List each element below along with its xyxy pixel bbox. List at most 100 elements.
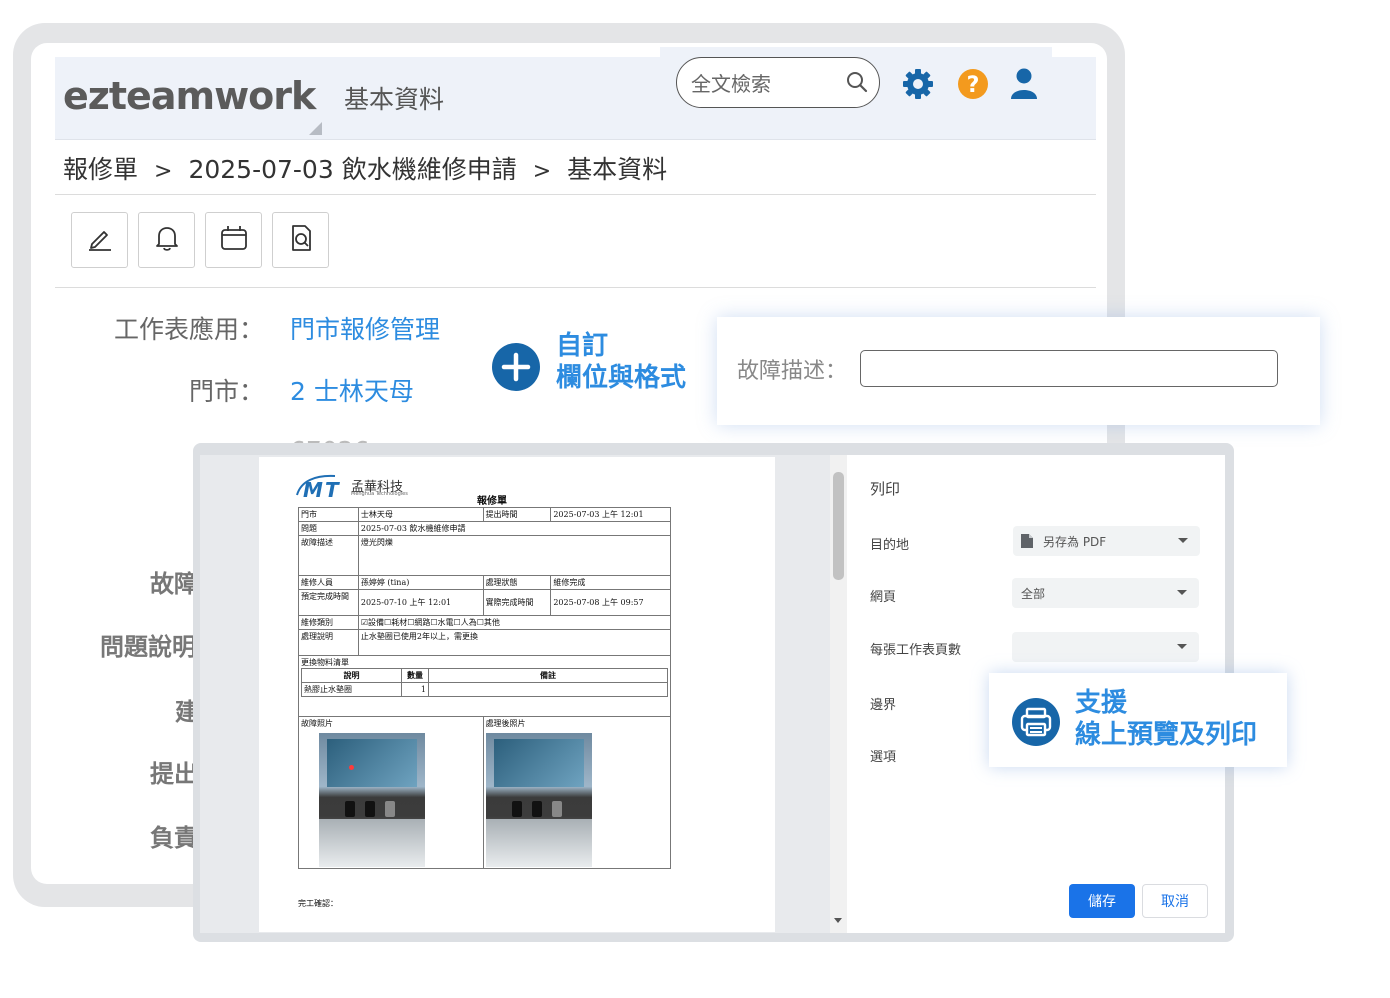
svg-text:M: M — [303, 478, 323, 499]
photo-cell-before: 故障照片 — [298, 716, 484, 869]
steam — [319, 819, 425, 867]
scrollbar-thumb[interactable] — [833, 472, 844, 580]
photo-label: 故障照片 — [301, 719, 333, 728]
cancel-button[interactable]: 取消 — [1142, 884, 1208, 918]
breadcrumb-separator: > — [532, 159, 552, 184]
breadcrumb-item-form[interactable]: 報修單 — [63, 155, 138, 184]
cell-label: 門市 — [298, 507, 359, 522]
table-row: 維修人員 孫婷婷 (tina) 處理狀態 維修完成 — [298, 575, 671, 590]
cell-label: 維修人員 — [298, 575, 359, 590]
save-button[interactable]: 儲存 — [1069, 884, 1135, 918]
margins-label[interactable]: 邊界 — [870, 694, 896, 713]
breadcrumb-item-record[interactable]: 2025-07-03 飲水機維修申請 — [188, 155, 516, 184]
edit-button[interactable] — [71, 212, 128, 268]
search-input[interactable] — [689, 70, 843, 98]
tap — [511, 801, 522, 817]
company-name-en: Menghua Technologies — [351, 491, 408, 497]
table-row: 預定完成時間 2025-07-10 上午 12:01 實際完成時間 2025-0… — [298, 589, 671, 616]
tap — [551, 801, 562, 817]
table-row: 維修類別 ☑設備☐耗材☐網路☐水電☐人為☐其他 — [298, 615, 672, 630]
cell-value: ☑設備☐耗材☐網路☐水電☐人為☐其他 — [357, 615, 672, 630]
sheets-per-page-select[interactable] — [1012, 632, 1199, 662]
repair-form-table: 門市 士林天母 提出時間 2025-07-03 上午 12:01 問題 2025… — [298, 507, 672, 869]
table-row: 更換物料清單 說明 數量 備註 熱膠止水墊圈 1 — [298, 655, 671, 717]
breadcrumb-item-current: 基本資料 — [567, 155, 668, 184]
after-repair-photo — [485, 733, 592, 867]
field-label-issue: 問題說明 — [100, 633, 196, 661]
table-row: 故障描述 燈光閃爍 — [298, 535, 672, 576]
print-title: 列印 — [870, 480, 901, 498]
field-value-app[interactable]: 門市報修管理 — [290, 310, 440, 346]
field-label-submitter: 提出 — [150, 760, 198, 788]
cell-label: 維修類別 — [298, 615, 359, 630]
tap — [365, 801, 375, 817]
table-cell: 熱膠止水墊圈 — [301, 682, 402, 697]
table-row: 門市 士林天母 提出時間 2025-07-03 上午 12:01 — [298, 507, 671, 522]
field-label-fault: 故障 — [150, 570, 198, 598]
table-row: 說明 數量 備註 — [301, 668, 668, 683]
destination-label: 目的地 — [870, 538, 910, 553]
pages-select[interactable]: 全部 — [1012, 578, 1199, 608]
print-support-callout: 支援 線上預覽及列印 — [989, 673, 1287, 767]
chevron-down-icon — [1177, 590, 1187, 595]
app-logo[interactable]: ezteamwork — [63, 74, 316, 118]
plus-circle-icon — [491, 342, 541, 396]
tap — [385, 801, 395, 817]
callout-line: 自訂 — [556, 331, 609, 361]
destination-select[interactable]: 另存為 PDF — [1013, 526, 1200, 556]
cell-label: 故障描述 — [298, 535, 359, 576]
cell-value: 2025-07-08 上午 09:57 — [550, 589, 671, 616]
table-cell — [428, 682, 668, 697]
table-cell: 1 — [401, 682, 429, 697]
fault-description-input[interactable] — [860, 350, 1278, 387]
tap — [345, 801, 355, 817]
company-logo-icon: M T — [295, 473, 351, 503]
custom-fields-callout: 自訂 欄位與格式 — [556, 330, 686, 394]
dispenser-panel — [327, 739, 417, 787]
preview-button[interactable] — [272, 212, 329, 268]
breadcrumb: 報修單 >2025-07-03 飲水機維修申請 > 基本資料 — [63, 150, 667, 186]
materials-label: 更換物料清單 — [301, 658, 349, 667]
cell-value: 2025-07-10 上午 12:01 — [357, 589, 484, 616]
field-value-store[interactable]: 2 士林天母 — [290, 372, 414, 408]
pages-value: 全部 — [1021, 586, 1046, 601]
table-row: 熱膠止水墊圈 1 — [301, 682, 668, 697]
schedule-button[interactable] — [205, 212, 262, 268]
tap — [531, 801, 542, 817]
divider — [55, 287, 1096, 288]
cell-value: 止水墊圈已使用2年以上，需更換 — [357, 629, 672, 656]
search-icon[interactable] — [845, 70, 869, 98]
completion-confirmation: 完工確認： — [298, 899, 338, 908]
printer-icon — [1011, 697, 1061, 751]
file-search-icon — [285, 222, 317, 258]
help-icon[interactable]: ? — [956, 67, 990, 105]
breadcrumb-separator: > — [154, 159, 173, 184]
cell-value: 孫婷婷 (tina) — [357, 575, 484, 590]
cell-label: 預定完成時間 — [298, 589, 359, 616]
cell-label: 提出時間 — [482, 507, 552, 522]
column-header: 說明 — [301, 668, 402, 683]
cell-value: 燈光閃爍 — [357, 535, 672, 576]
destination-value: 另存為 PDF — [1043, 534, 1107, 549]
materials-section: 更換物料清單 說明 數量 備註 熱膠止水墊圈 1 — [298, 655, 671, 717]
print-preview-page: M T 孟華科技 Menghua Technologies 報修單 門市 士林天… — [259, 457, 775, 932]
cell-value: 士林天母 — [357, 507, 484, 522]
cell-label: 處理說明 — [298, 629, 359, 656]
gear-icon[interactable] — [901, 67, 935, 105]
user-icon[interactable] — [1009, 67, 1039, 105]
table-row: 故障照片 處理後照片 — [298, 716, 672, 869]
cell-label: 實際完成時間 — [482, 589, 552, 616]
steam — [485, 819, 592, 867]
svg-text:?: ? — [967, 73, 980, 98]
column-header: 數量 — [401, 668, 429, 683]
module-title: 基本資料 — [344, 85, 445, 114]
chevron-down-icon — [1178, 538, 1188, 543]
notify-button[interactable] — [138, 212, 195, 268]
options-label[interactable]: 選項 — [870, 746, 896, 765]
search-box[interactable] — [676, 57, 880, 108]
calendar-icon — [218, 222, 250, 258]
scroll-down-arrow[interactable] — [834, 918, 842, 923]
field-label-owner: 負責 — [150, 824, 198, 852]
cell-value: 維修完成 — [550, 575, 671, 590]
column-header: 備註 — [428, 668, 668, 683]
